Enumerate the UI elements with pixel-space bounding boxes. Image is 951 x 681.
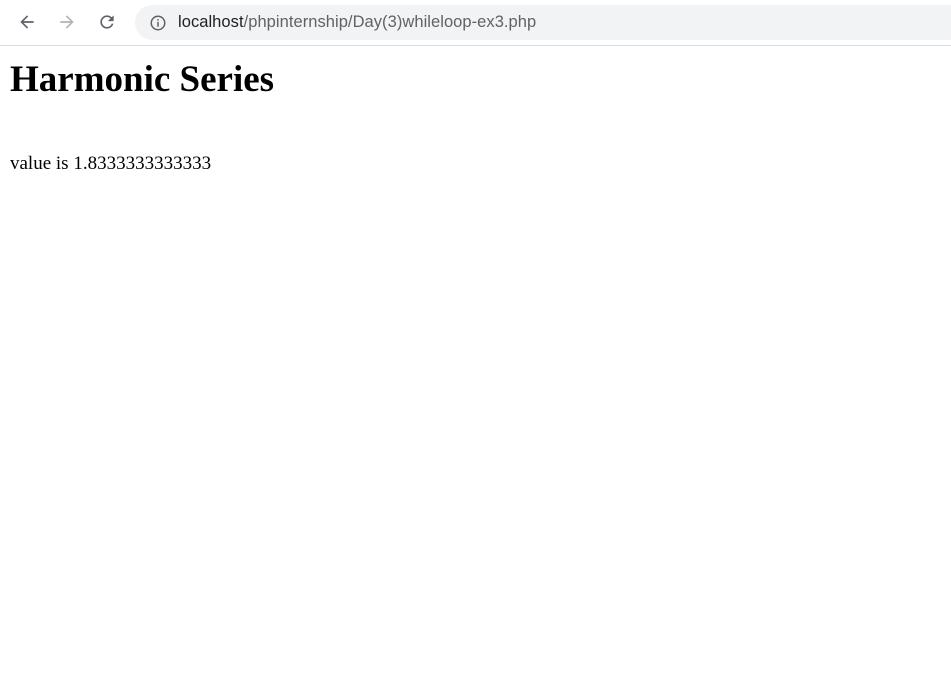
result-text: value is 1.8333333333333	[10, 153, 212, 174]
site-info-button[interactable]	[148, 13, 167, 32]
address-bar[interactable]: localhost/phpinternship/Day(3)whileloop-…	[135, 5, 951, 40]
browser-toolbar: localhost/phpinternship/Day(3)whileloop-…	[0, 0, 951, 46]
url-host: localhost	[178, 13, 244, 31]
forward-button[interactable]	[51, 6, 83, 38]
page-content: Harmonic Series value is 1.8333333333333	[10, 54, 940, 176]
url-path: /phpinternship/Day(3)whileloop-ex3.php	[243, 13, 537, 31]
arrow-right-icon	[60, 15, 74, 29]
arrow-left-icon	[20, 15, 34, 29]
back-button[interactable]	[11, 6, 43, 38]
page-title: Harmonic Series	[10, 59, 275, 100]
reload-button[interactable]	[91, 6, 123, 38]
url-text[interactable]: localhost/phpinternship/Day(3)whileloop-…	[178, 12, 536, 33]
reload-icon	[100, 15, 114, 29]
info-icon	[150, 15, 165, 30]
